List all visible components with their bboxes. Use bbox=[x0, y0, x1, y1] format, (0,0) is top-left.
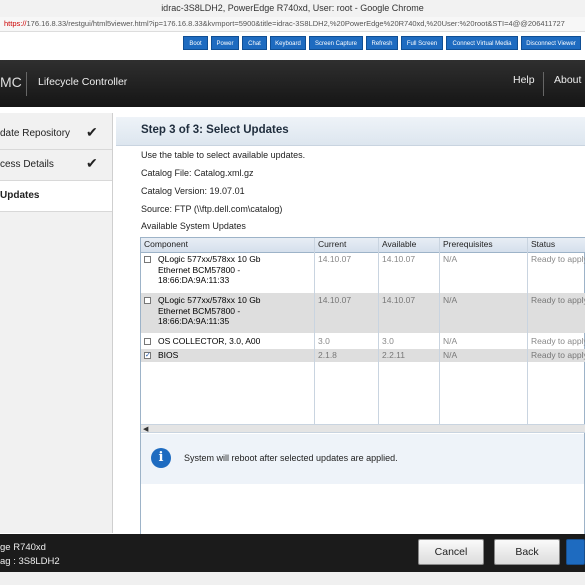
catalog-version: Catalog Version: 19.07.01 bbox=[141, 186, 245, 196]
column-divider bbox=[378, 238, 379, 424]
component-cell: QLogic 577xx/578xx 10 Gb Ethernet BCM578… bbox=[158, 254, 261, 285]
sidebar-item-label: Updates bbox=[0, 190, 40, 201]
brand-logo-text: MC bbox=[0, 74, 22, 90]
table-row[interactable]: QLogic 577xx/578xx 10 Gb Ethernet BCM578… bbox=[141, 293, 585, 333]
scroll-left-icon[interactable]: ◀ bbox=[143, 425, 148, 433]
catalog-file: Catalog File: Catalog.xml.gz bbox=[141, 168, 254, 178]
instruction-text: Use the table to select available update… bbox=[141, 150, 306, 160]
column-divider bbox=[314, 238, 315, 424]
column-header-prerequisites[interactable]: Prerequisites bbox=[443, 239, 493, 249]
status-cell: Ready to apply bbox=[531, 254, 585, 264]
power-button[interactable]: Power bbox=[211, 36, 239, 50]
table-row[interactable]: QLogic 577xx/578xx 10 Gb Ethernet BCM578… bbox=[141, 253, 585, 291]
refresh-button[interactable]: Refresh bbox=[366, 36, 398, 50]
current-version-cell: 14.10.07 bbox=[318, 295, 352, 305]
page-title: Step 3 of 3: Select Updates bbox=[141, 124, 289, 136]
reboot-notice: i System will reboot after selected upda… bbox=[141, 434, 584, 484]
current-version-cell: 14.10.07 bbox=[318, 254, 352, 264]
sidebar-item-select-updates[interactable]: Updates bbox=[0, 181, 112, 212]
screen-capture-button[interactable]: Screen Capture bbox=[309, 36, 363, 50]
column-header-current[interactable]: Current bbox=[318, 239, 346, 249]
sidebar-item-label: date Repository bbox=[0, 128, 71, 139]
url-text: 176.16.8.33/restgui/html5viewer.html?ip=… bbox=[26, 19, 565, 28]
component-cell: BIOS bbox=[158, 350, 179, 360]
section-label: Available System Updates bbox=[141, 221, 246, 231]
checkmark-icon: ✔ bbox=[86, 124, 98, 140]
available-version-cell: 2.2.11 bbox=[382, 350, 406, 360]
component-cell: OS COLLECTOR, 3.0, A00 bbox=[158, 336, 261, 346]
about-link[interactable]: About bbox=[554, 74, 581, 86]
prerequisites-cell: N/A bbox=[443, 254, 458, 264]
browser-title-bar: idrac-3S8LDH2, PowerEdge R740xd, User: r… bbox=[0, 0, 585, 17]
sidebar-item-update-repository[interactable]: date Repository ✔ bbox=[0, 119, 112, 150]
column-header-status[interactable]: Status bbox=[531, 239, 555, 249]
row-checkbox[interactable] bbox=[144, 256, 151, 263]
viewer-toolbar: Boot Power Chat Keyboard Screen Capture … bbox=[0, 32, 585, 54]
cancel-button[interactable]: Cancel bbox=[418, 539, 484, 565]
header-divider-2 bbox=[543, 72, 544, 96]
status-cell: Ready to apply bbox=[531, 336, 585, 346]
full-screen-button[interactable]: Full Screen bbox=[401, 36, 443, 50]
horizontal-scrollbar[interactable]: ◀ bbox=[141, 424, 585, 433]
column-divider bbox=[527, 238, 528, 424]
column-header-available[interactable]: Available bbox=[382, 239, 416, 249]
checkmark-icon: ✔ bbox=[86, 155, 98, 171]
table-row[interactable]: OS COLLECTOR, 3.0, A00 3.0 3.0 N/A Ready… bbox=[141, 335, 585, 348]
current-version-cell: 3.0 bbox=[318, 336, 330, 346]
status-cell: Ready to apply bbox=[531, 295, 585, 305]
status-cell: Ready to apply bbox=[531, 350, 585, 360]
available-version-cell: 14.10.07 bbox=[382, 295, 416, 305]
next-button[interactable] bbox=[566, 539, 585, 565]
table-row[interactable]: ✓ BIOS 2.1.8 2.2.11 N/A Ready to apply bbox=[141, 349, 585, 362]
prerequisites-cell: N/A bbox=[443, 295, 458, 305]
sidebar-item-access-details[interactable]: cess Details ✔ bbox=[0, 150, 112, 181]
column-divider bbox=[439, 238, 440, 424]
table-header: Component Current Available Prerequisite… bbox=[141, 238, 585, 253]
column-header-component[interactable]: Component bbox=[144, 239, 188, 249]
available-version-cell: 14.10.07 bbox=[382, 254, 416, 264]
keyboard-button[interactable]: Keyboard bbox=[270, 36, 306, 50]
row-checkbox[interactable] bbox=[144, 297, 151, 304]
wizard-sidebar: date Repository ✔ cess Details ✔ Updates bbox=[0, 113, 113, 533]
disconnect-viewer-button[interactable]: Disconnect Viewer bbox=[521, 36, 581, 50]
updates-table: Component Current Available Prerequisite… bbox=[140, 237, 585, 537]
prerequisites-cell: N/A bbox=[443, 350, 458, 360]
lifecycle-header: MC Lifecycle Controller Help About bbox=[0, 60, 585, 107]
step-title-bar: Step 3 of 3: Select Updates bbox=[116, 117, 585, 146]
browser-url-bar[interactable]: https://176.16.8.33/restgui/html5viewer.… bbox=[0, 17, 585, 32]
boot-button[interactable]: Boot bbox=[183, 36, 208, 50]
header-divider bbox=[26, 72, 27, 96]
back-button[interactable]: Back bbox=[494, 539, 560, 565]
row-checkbox[interactable] bbox=[144, 338, 151, 345]
help-link[interactable]: Help bbox=[513, 74, 535, 86]
row-checkbox-checked[interactable]: ✓ bbox=[144, 352, 151, 359]
bottom-strip bbox=[0, 572, 585, 585]
prerequisites-cell: N/A bbox=[443, 336, 458, 346]
chat-button[interactable]: Chat bbox=[242, 36, 267, 50]
system-model: ge R740xd bbox=[0, 542, 46, 553]
current-version-cell: 2.1.8 bbox=[318, 350, 337, 360]
app-name: Lifecycle Controller bbox=[38, 76, 128, 88]
main-panel: Step 3 of 3: Select Updates Use the tabl… bbox=[116, 113, 585, 537]
url-scheme: https:// bbox=[4, 19, 27, 28]
info-icon: i bbox=[151, 448, 171, 468]
footer-bar: ge R740xd ag : 3S8LDH2 Cancel Back bbox=[0, 534, 585, 572]
component-cell: QLogic 577xx/578xx 10 Gb Ethernet BCM578… bbox=[158, 295, 261, 326]
sidebar-item-label: cess Details bbox=[0, 159, 54, 170]
available-version-cell: 3.0 bbox=[382, 336, 394, 346]
browser-title: idrac-3S8LDH2, PowerEdge R740xd, User: r… bbox=[161, 3, 424, 13]
connect-virtual-media-button[interactable]: Connect Virtual Media bbox=[446, 36, 518, 50]
source-text: Source: FTP (\\ftp.dell.com\catalog) bbox=[141, 204, 283, 214]
notice-message: System will reboot after selected update… bbox=[184, 453, 398, 463]
service-tag: ag : 3S8LDH2 bbox=[0, 556, 60, 567]
